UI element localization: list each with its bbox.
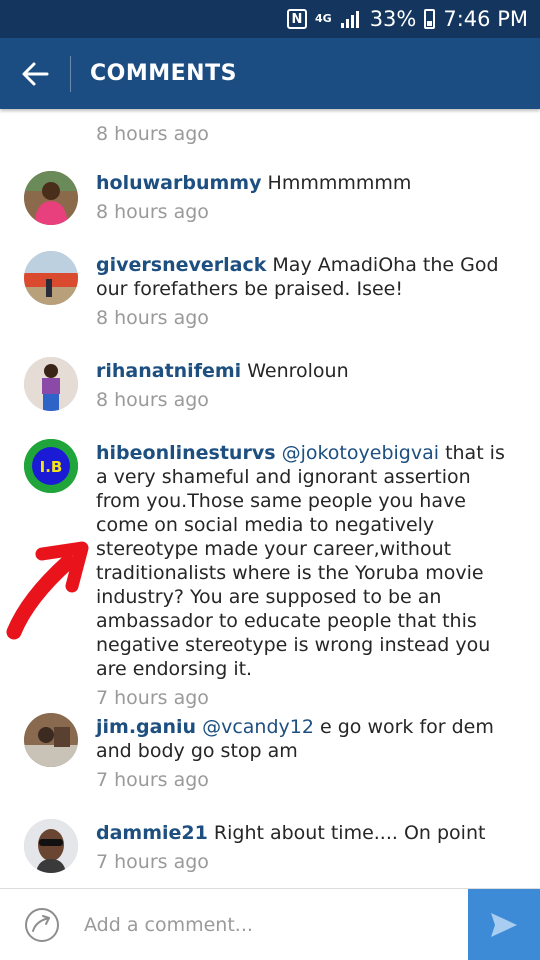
battery-icon [424, 9, 436, 29]
comment-body: that is a very shameful and ignorant ass… [96, 442, 505, 680]
page-title: COMMENTS [90, 61, 237, 86]
network-type-icon: 4G [315, 12, 332, 25]
avatar[interactable] [24, 713, 78, 767]
comment-time: 7 hours ago [96, 769, 209, 791]
comment-input[interactable] [84, 907, 454, 943]
avatar[interactable] [24, 171, 78, 225]
back-button[interactable] [0, 38, 70, 109]
arrow-back-icon [22, 62, 49, 85]
comment-text: giversneverlack May AmadiOha the God our… [96, 253, 516, 301]
app-bar: COMMENTS [0, 38, 540, 109]
comment-body: Right about time.... On point [213, 822, 486, 844]
comment-mention[interactable]: @vcandy12 [202, 716, 314, 738]
signal-icon [340, 10, 362, 28]
battery-percent: 33% [369, 7, 417, 31]
comment-text: hibeonlinesturvs @jokotoyebigvai that is… [96, 441, 516, 681]
comment-username[interactable]: holuwarbummy [96, 172, 261, 194]
comment-body: Wenroloun [247, 360, 349, 382]
status-bar: N 4G 33% 7:46 PM [0, 0, 540, 38]
avatar[interactable] [24, 819, 78, 873]
comment-username[interactable]: rihanatnifemi [96, 360, 241, 382]
clock: 7:46 PM [443, 7, 528, 31]
emoji-button[interactable] [24, 907, 60, 943]
avatar[interactable]: I.B [24, 439, 78, 493]
comment-username[interactable]: dammie21 [96, 822, 208, 844]
comment-time: 7 hours ago [96, 851, 209, 873]
nfc-icon: N [287, 9, 307, 29]
comment-username[interactable]: jim.ganiu [96, 716, 196, 738]
emoji-icon [25, 908, 59, 942]
comment-time: 8 hours ago [96, 389, 209, 411]
comment-text: holuwarbummy Hmmmmmmm [96, 171, 516, 195]
comment-text: rihanatnifemi Wenroloun [96, 359, 516, 383]
comment-time: 8 hours ago [96, 201, 209, 223]
comment-username[interactable]: giversneverlack [96, 254, 266, 276]
avatar-logo-text: I.B [40, 458, 63, 476]
app-bar-divider [70, 55, 71, 92]
comment-text: jim.ganiu @vcandy12 e go work for dem an… [96, 715, 516, 763]
comment-time: 8 hours ago [96, 123, 209, 145]
comment-mention[interactable]: @jokotoyebigvai [282, 442, 439, 464]
comment-text: dammie21 Right about time.... On point [96, 821, 516, 845]
send-icon [491, 913, 517, 937]
comment-composer [0, 888, 540, 960]
avatar[interactable] [24, 357, 78, 411]
send-button[interactable] [468, 889, 540, 960]
comment-username[interactable]: hibeonlinesturvs [96, 442, 276, 464]
comment-time: 7 hours ago [96, 687, 209, 709]
comment-body: Hmmmmmmm [267, 172, 412, 194]
avatar[interactable] [24, 251, 78, 305]
comment-time: 8 hours ago [96, 307, 209, 329]
comments-list[interactable]: 8 hours ago holuwarbummy Hmmmmmmm 8 hour… [0, 109, 540, 888]
